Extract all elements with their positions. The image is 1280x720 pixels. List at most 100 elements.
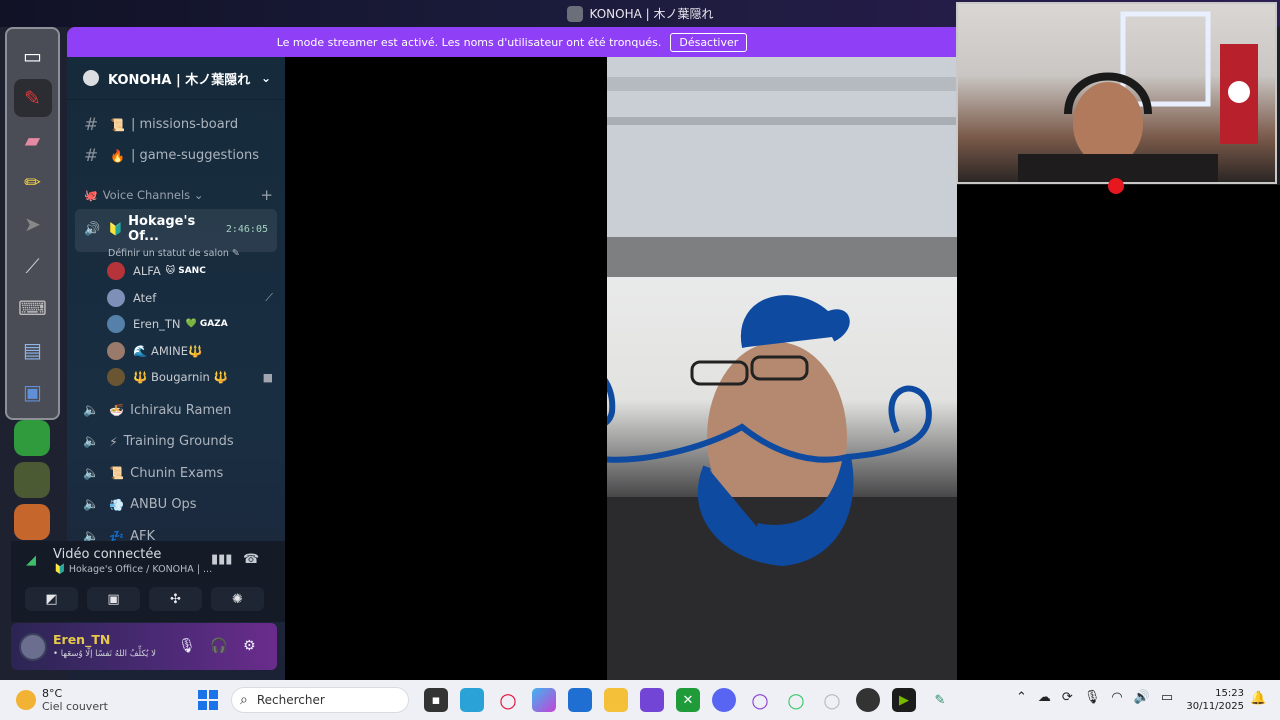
avatar [107,315,125,334]
camera-off-button[interactable]: ◩ [25,587,78,611]
chevron-down-icon: ⌄ [260,71,271,85]
speaker-icon: 🔈 [83,465,100,481]
server-badge-icon [83,70,99,86]
activities-icon: ✣ [170,591,181,607]
window-title: KONOHA | 木ノ葉隠れ [589,7,714,21]
xbox-icon[interactable]: ✕ [676,688,700,712]
headphones-icon[interactable]: 🎧 [210,638,227,654]
channel-label: | game-suggestions [130,148,259,163]
channel-emoji: 📜 [110,117,125,132]
channel-missions-board[interactable]: # 📜 | missions-board [67,109,285,140]
channel-label: Training Grounds [123,434,234,450]
screen-icon[interactable]: ▤ [14,331,52,369]
streamer-mode-banner: Le mode streamer est activé. Les noms d'… [67,27,957,57]
wifi-icon[interactable]: ◠ [1111,690,1122,705]
voice-user-alfa[interactable]: ALFA 🐱 SANC [67,258,285,285]
battery-icon[interactable]: ▭ [1161,690,1173,705]
microphone-icon[interactable]: 🎙 [178,638,196,654]
voice-channel-link[interactable]: 🔰 Hokage's Office / KONOHA | ... [54,564,212,575]
settings-gear-icon[interactable]: ⚙ [243,638,256,654]
streamer-webcam [956,2,1277,184]
server-icon-avatar[interactable] [14,462,50,498]
participant-video[interactable] [607,57,957,680]
server-icon-anime[interactable] [14,504,50,540]
server-header[interactable]: KONOHA | 木ノ葉隠れ ⌄ [67,57,285,100]
store-icon[interactable] [568,688,592,712]
hash-icon: # [84,145,99,166]
taskbar-search[interactable]: ⌕ Rechercher [231,687,409,713]
channel-emoji: 🔰 [108,222,124,236]
voice-channel-chunin[interactable]: 🔈 📜 Chunin Exams [67,458,285,490]
share-screen-button[interactable]: ▣ [87,587,140,611]
disable-streamer-button[interactable]: Désactiver [670,32,748,52]
cloud-icon[interactable]: ☁ [1038,690,1051,705]
opera-gx-icon[interactable]: ○ [748,688,772,712]
set-channel-status-link[interactable]: Définir un statut de salon ✎ [75,248,277,259]
channel-emoji: 🍜 [109,403,125,418]
photos-app-icon[interactable] [460,688,484,712]
windows-start-icon[interactable] [198,690,218,710]
brush-tool-icon[interactable]: ⟋ [14,247,52,285]
whiteboard-tool-icon[interactable]: ▭ [14,37,52,75]
channel-label: Chunin Exams [130,465,224,481]
pointer-tool-icon[interactable]: ➤ [14,205,52,243]
opera-icon[interactable]: ○ [496,688,520,712]
notification-bell-icon[interactable]: 🔔 [1250,691,1266,706]
voice-channel-anbu[interactable]: 🔈 💨 ANBU Ops [67,489,285,521]
voice-channel-hokages-office[interactable]: 🔊 🔰 Hokage's Of... 2:46:05 Définir un st… [75,209,277,259]
banner-text: Le mode streamer est activé. Les noms d'… [276,35,662,49]
channel-game-suggestions[interactable]: # 🔥 | game-suggestions [67,140,285,171]
nvidia-icon[interactable]: ▶ [892,688,916,712]
signal-icon[interactable]: ◢ [26,553,36,568]
opera-white-icon[interactable]: ○ [820,688,844,712]
user-name: 🔱 Bougarnin 🔱 [133,370,228,385]
voice-user-atef[interactable]: Atef ⟋ [67,285,285,312]
pen-tool-icon[interactable]: ✎ [13,79,52,117]
user-name: Atef [133,290,157,305]
hash-icon: # [84,114,99,135]
opera-green-icon[interactable]: ○ [784,688,808,712]
user-display-name[interactable]: Eren_TN [53,632,110,647]
drawing-toolbar: ▭ ✎ ▰ ✏ ➤ ⟋ ⌨ ▤ ▣ [5,27,60,420]
chevron-up-icon[interactable]: ⌃ [1016,690,1027,705]
channel-label: | missions-board [130,117,239,132]
voice-connection-panel: ◢ Vidéo connectée 🔰 Hokage's Office / KO… [11,541,285,622]
system-clock[interactable]: 15:23 30/11/2025 [1186,687,1244,713]
weather-widget[interactable]: 8°C Ciel couvert [16,687,108,713]
obs-icon[interactable] [856,688,880,712]
volume-icon[interactable]: 🔊 [1134,690,1150,705]
avatar[interactable] [19,633,47,661]
server-list [14,420,54,546]
add-channel-icon[interactable]: + [260,186,273,204]
voice-user-eren[interactable]: Eren_TN 💚 GAZA [67,311,285,338]
file-explorer-icon[interactable] [604,688,628,712]
task-view-icon[interactable]: ▪ [424,688,448,712]
noise-suppression-icon[interactable]: ▮▮▮ [211,552,232,567]
camera-off-icon: ◩ [45,591,58,607]
highlighter-tool-icon[interactable]: ✏ [14,163,52,201]
channel-emoji: ⚡ [109,434,118,449]
channel-emoji: 🔥 [110,148,125,163]
disconnect-icon[interactable]: ☎ [243,552,259,567]
snipping-tool-icon[interactable]: ✎ [928,688,952,712]
voice-user-amine[interactable]: 🌊 AMINE🔱 [67,338,285,365]
copilot-icon[interactable] [532,688,556,712]
category-emoji: 🐙 [84,188,98,202]
window-icon[interactable]: ▣ [14,373,52,411]
voice-channel-training[interactable]: 🔈 ⚡ Training Grounds [67,426,285,458]
discord-icon[interactable] [712,688,736,712]
avatar [107,288,125,307]
voice-user-bougarnin[interactable]: 🔱 Bougarnin 🔱 ■ [67,364,285,391]
sync-icon[interactable]: ⟳ [1062,690,1073,705]
activities-button[interactable]: ✣ [149,587,202,611]
eraser-tool-icon[interactable]: ▰ [14,121,52,159]
soundboard-button[interactable]: ✺ [211,587,264,611]
microphone-tray-icon[interactable]: 🎙 [1084,690,1101,705]
user-panel: Eren_TN • لا يُكلِّفُ اللهُ نَفسًا إلّا … [11,623,277,670]
voice-channel-ichiraku[interactable]: 🔈 🍜 Ichiraku Ramen [67,395,285,427]
proton-icon[interactable] [640,688,664,712]
webcam-scene [1018,11,1258,182]
server-icon-games[interactable] [14,420,50,456]
keyboard-icon[interactable]: ⌨ [14,289,52,327]
category-voice-channels[interactable]: 🐙 Voice Channels ⌄ + [67,181,285,209]
